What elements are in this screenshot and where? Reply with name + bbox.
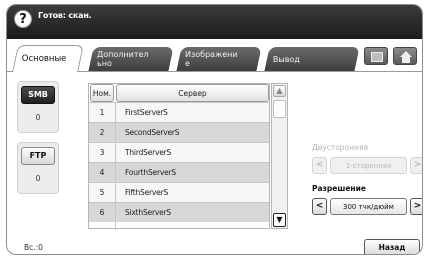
table-row[interactable]: 5 FifthServerS bbox=[89, 182, 269, 202]
table-row[interactable]: 2 SecondServerS bbox=[89, 122, 269, 142]
tab-advanced[interactable]: Дополнител ьно bbox=[88, 47, 174, 71]
tab-basic[interactable]: Основные bbox=[12, 45, 84, 72]
column-header-num[interactable]: Ном. bbox=[90, 84, 114, 102]
job-status-icon[interactable] bbox=[364, 47, 388, 65]
table-scrollbar[interactable]: ▲ ▼ bbox=[271, 83, 288, 229]
row-number: 6 bbox=[99, 208, 105, 217]
row-number: 5 bbox=[99, 188, 105, 197]
help-icon[interactable]: ? bbox=[14, 10, 32, 28]
status-bar: ? Готов: скан. bbox=[7, 5, 422, 39]
duplex-next-icon: > bbox=[410, 157, 422, 174]
server-name: SecondServerS bbox=[125, 128, 180, 137]
server-name: SixthServerS bbox=[125, 208, 171, 217]
table-row[interactable]: 6 SixthServerS bbox=[89, 202, 269, 222]
scroll-thumb[interactable] bbox=[273, 100, 286, 118]
row-number: 3 bbox=[99, 148, 105, 157]
scroll-down-icon[interactable]: ▼ bbox=[273, 213, 286, 227]
table-header: Ном. Сервер bbox=[89, 84, 269, 102]
server-name: FourthServerS bbox=[125, 168, 176, 177]
duplex-value: 1-сторонняя bbox=[330, 157, 407, 174]
smb-button[interactable]: SMB bbox=[21, 86, 55, 104]
duplex-label: Двусторонняя bbox=[312, 143, 368, 152]
scroll-up-icon[interactable]: ▲ bbox=[273, 85, 286, 97]
column-divider bbox=[115, 102, 116, 230]
total-count: Вс.:0 bbox=[24, 243, 43, 252]
ftp-count: 0 bbox=[35, 174, 41, 183]
server-name: FifthServerS bbox=[125, 188, 169, 197]
table-row[interactable]: 3 ThirdServerS bbox=[89, 142, 269, 162]
column-header-server[interactable]: Сервер bbox=[116, 84, 269, 102]
table-row[interactable]: 1 FirstServerS bbox=[89, 102, 269, 122]
home-icon[interactable] bbox=[393, 47, 417, 65]
status-text: Готов: скан. bbox=[38, 11, 92, 20]
ftp-button[interactable]: FTP bbox=[21, 147, 55, 165]
duplex-prev-icon: < bbox=[312, 157, 327, 174]
resolution-prev-icon[interactable]: < bbox=[312, 198, 327, 215]
back-button[interactable]: Назад bbox=[364, 239, 420, 254]
duplex-stepper: < 1-сторонняя > bbox=[312, 157, 422, 174]
scan-to-server-screen: ? Готов: скан. Дополнител ьно Изображени… bbox=[6, 4, 423, 255]
server-name: FirstServerS bbox=[125, 108, 168, 117]
tab-output[interactable]: Вывод bbox=[264, 47, 360, 71]
resolution-value: 300 тчк/дюйм bbox=[330, 198, 407, 215]
row-number: 2 bbox=[99, 128, 105, 137]
row-number: 4 bbox=[99, 168, 105, 177]
row-number: 1 bbox=[99, 108, 105, 117]
table-row[interactable]: 4 FourthServerS bbox=[89, 162, 269, 182]
tab-image[interactable]: Изображени е bbox=[176, 47, 262, 71]
protocol-smb-panel: SMB 0 bbox=[17, 81, 59, 133]
server-name: ThirdServerS bbox=[125, 148, 172, 157]
protocol-ftp-panel: FTP 0 bbox=[17, 142, 59, 194]
server-table: Ном. Сервер 1 FirstServerS 2 SecondServe… bbox=[88, 83, 270, 230]
resolution-label: Разрешение bbox=[312, 184, 366, 193]
resolution-stepper: < 300 тчк/дюйм > bbox=[312, 198, 422, 215]
tab-bar: Дополнител ьно Изображени е Вывод Основн… bbox=[7, 41, 422, 72]
smb-count: 0 bbox=[35, 113, 41, 122]
resolution-next-icon[interactable]: > bbox=[410, 198, 422, 215]
